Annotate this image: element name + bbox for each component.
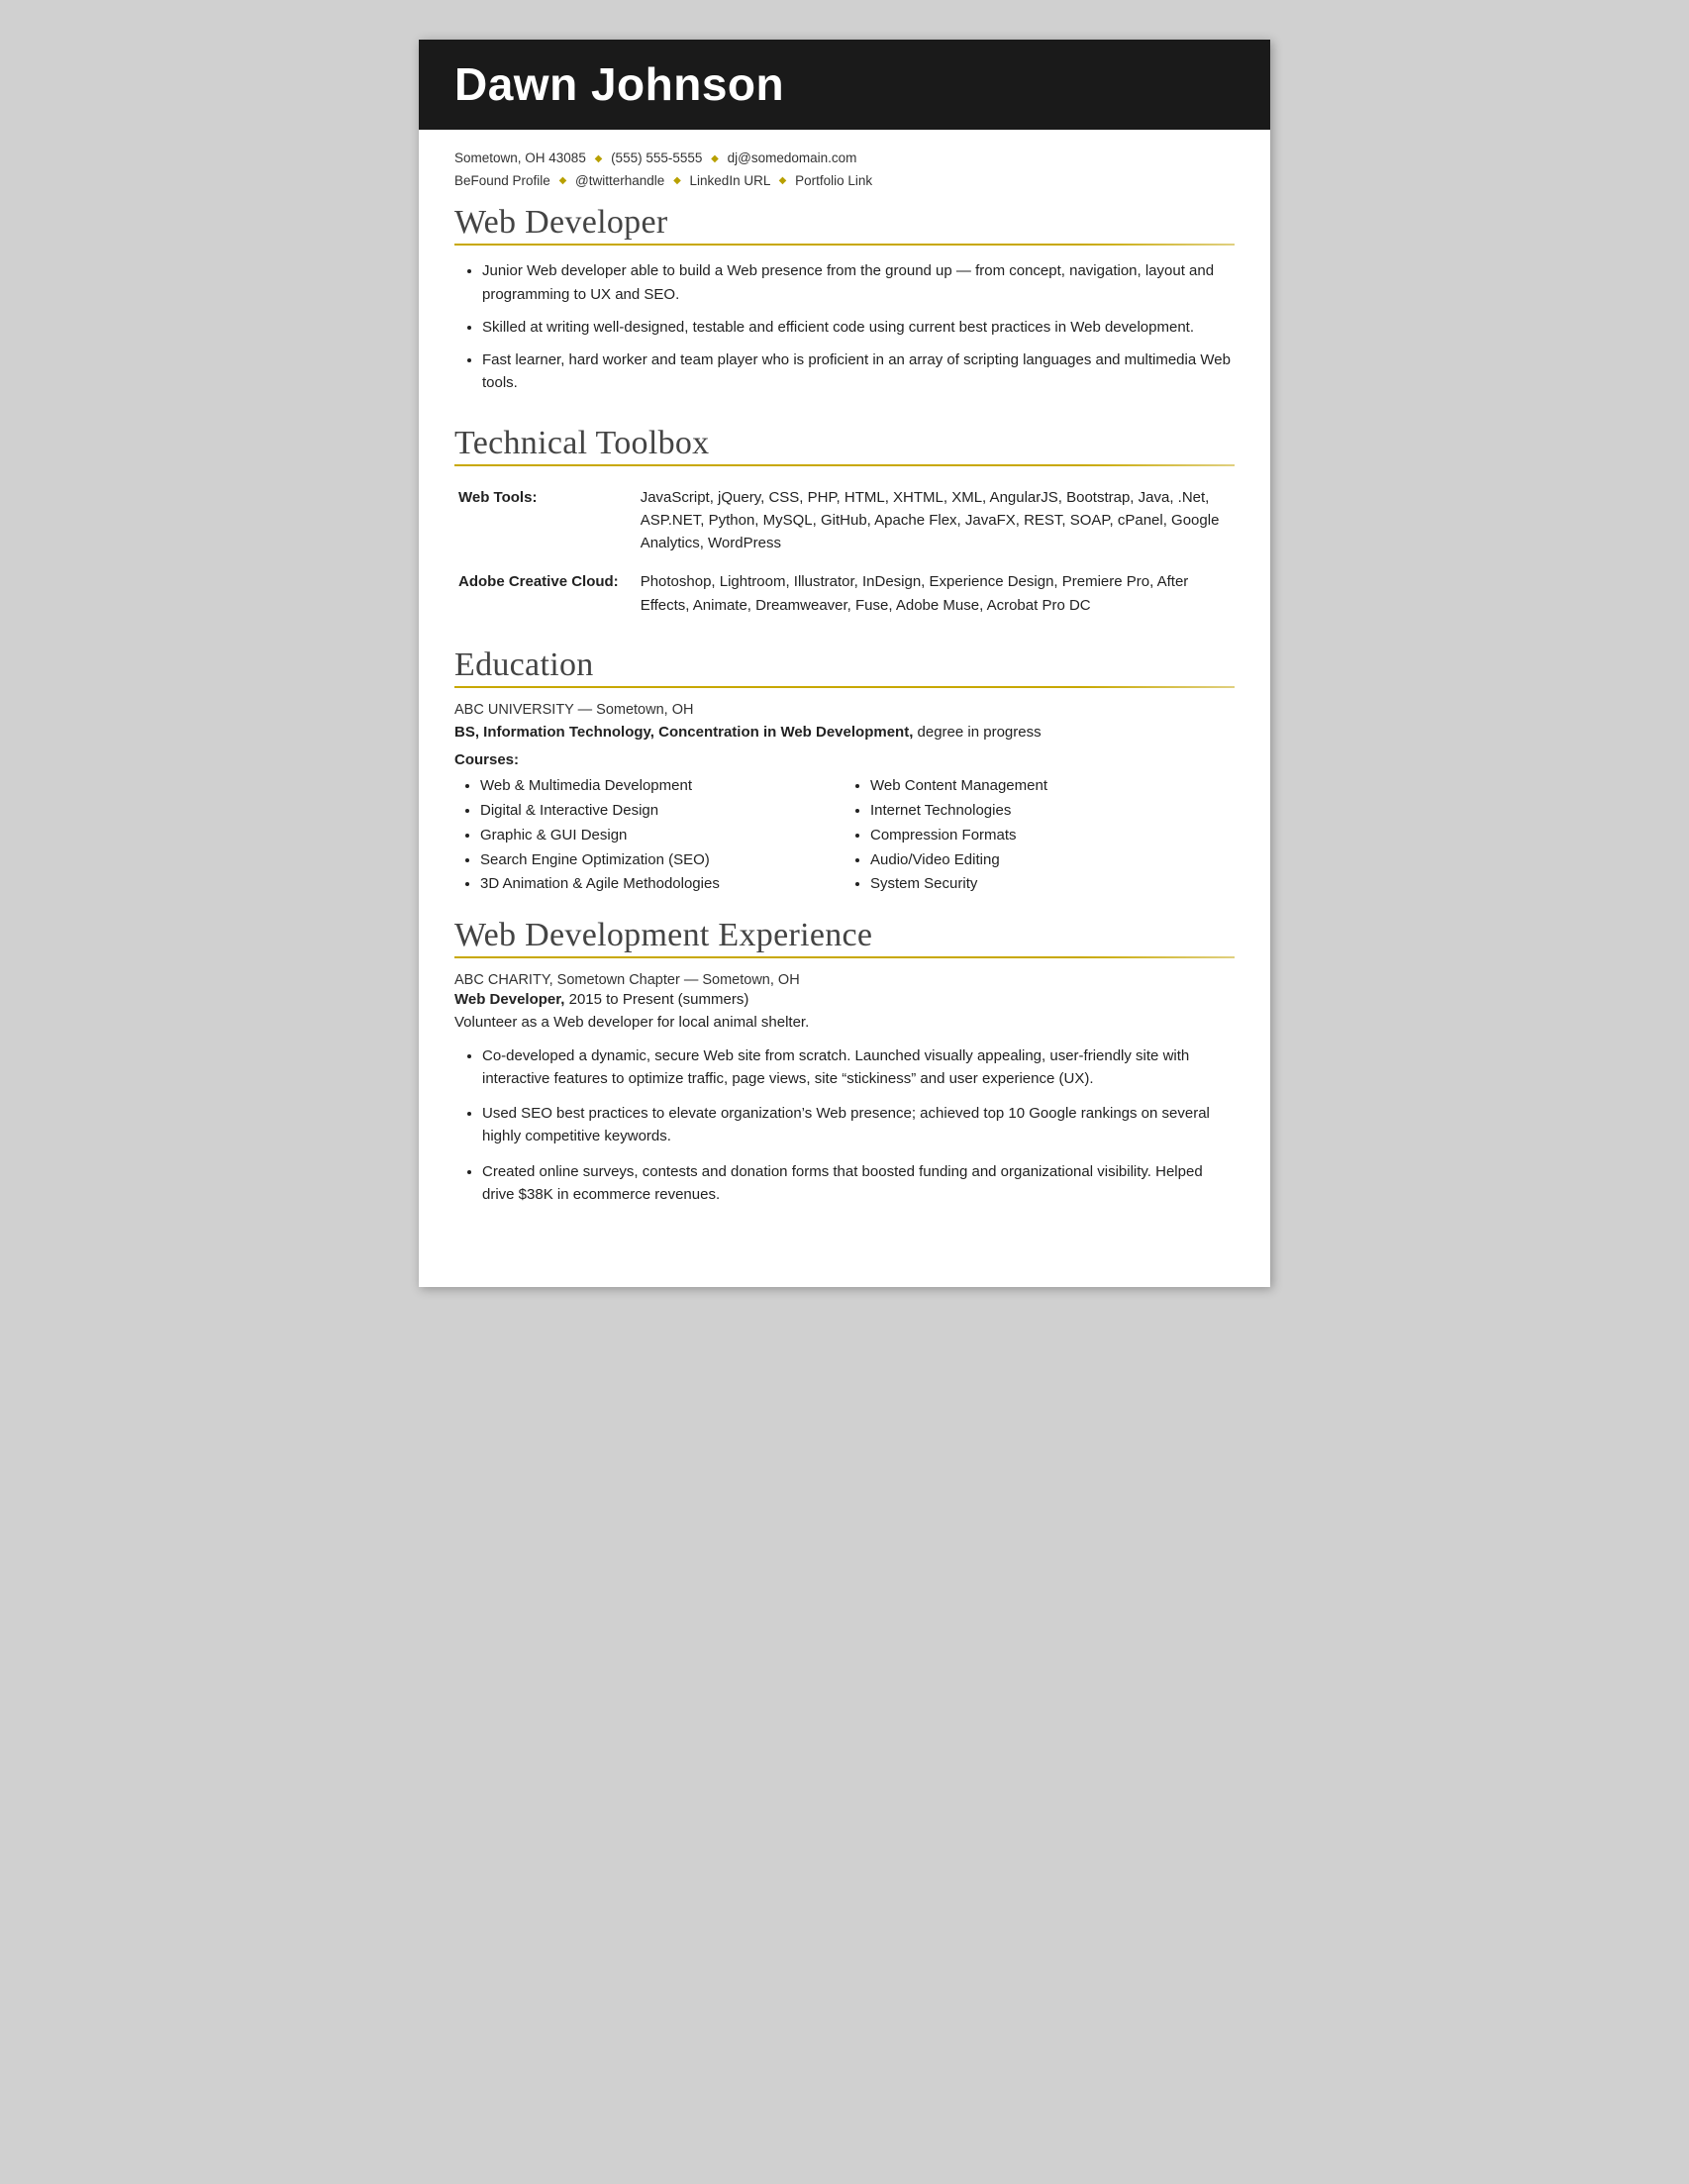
course-1-3: Graphic & GUI Design — [480, 824, 844, 848]
exp-bullet-1: Co-developed a dynamic, secure Web site … — [482, 1044, 1235, 1091]
summary-section-title: Web Developer — [454, 204, 1235, 242]
education-section: Education ABC UNIVERSITY — Sometown, OH … — [419, 637, 1270, 907]
diamond-icon1: ◆ — [595, 153, 603, 164]
summary-section: Web Developer Junior Web developer able … — [419, 194, 1270, 414]
contact-email: dj@somedomain.com — [728, 150, 857, 165]
summary-bullet-2: Skilled at writing well-designed, testab… — [482, 316, 1235, 339]
summary-divider — [454, 244, 1235, 246]
course-2-1: Web Content Management — [870, 774, 1235, 799]
edu-degree: BS, Information Technology, Concentratio… — [454, 722, 1235, 745]
contact-info: Sometown, OH 43085 ◆ (555) 555-5555 ◆ dj… — [419, 140, 1270, 195]
contact-portfolio: Portfolio Link — [795, 173, 872, 188]
exp-title-suffix: 2015 to Present (summers) — [564, 991, 748, 1008]
toolbox-value-1: JavaScript, jQuery, CSS, PHP, HTML, XHTM… — [637, 480, 1235, 565]
courses-col-1: Web & Multimedia Development Digital & I… — [454, 774, 844, 897]
toolbox-divider — [454, 464, 1235, 466]
experience-section: Web Development Experience ABC CHARITY, … — [419, 907, 1270, 1228]
course-2-3: Compression Formats — [870, 824, 1235, 848]
edu-degree-suffix: degree in progress — [913, 724, 1041, 741]
contact-line1: Sometown, OH 43085 ◆ (555) 555-5555 ◆ dj… — [454, 148, 1235, 170]
toolbox-row-1: Web Tools: JavaScript, jQuery, CSS, PHP,… — [454, 480, 1235, 565]
contact-befound: BeFound Profile — [454, 173, 550, 188]
toolbox-table: Web Tools: JavaScript, jQuery, CSS, PHP,… — [454, 480, 1235, 627]
contact-line2: BeFound Profile ◆ @twitterhandle ◆ Linke… — [454, 170, 1235, 193]
course-1-2: Digital & Interactive Design — [480, 799, 844, 824]
courses-columns: Web & Multimedia Development Digital & I… — [454, 774, 1235, 897]
experience-divider — [454, 956, 1235, 958]
diamond-icon3: ◆ — [559, 175, 567, 186]
education-section-title: Education — [454, 646, 1235, 684]
summary-bullet-3: Fast learner, hard worker and team playe… — [482, 348, 1235, 395]
course-1-5: 3D Animation & Agile Methodologies — [480, 872, 844, 897]
toolbox-row-2: Adobe Creative Cloud: Photoshop, Lightro… — [454, 564, 1235, 627]
summary-bullet-1: Junior Web developer able to build a Web… — [482, 259, 1235, 306]
course-2-2: Internet Technologies — [870, 799, 1235, 824]
diamond-icon5: ◆ — [779, 175, 787, 186]
exp-title-bold: Web Developer, — [454, 991, 564, 1008]
courses-col-2: Web Content Management Internet Technolo… — [844, 774, 1235, 897]
toolbox-section-title: Technical Toolbox — [454, 425, 1235, 462]
course-2-5: System Security — [870, 872, 1235, 897]
edu-institution: ABC UNIVERSITY — Sometown, OH — [454, 702, 1235, 718]
exp-bullet-2: Used SEO best practices to elevate organ… — [482, 1102, 1235, 1148]
contact-linkedin: LinkedIn URL — [690, 173, 770, 188]
header-name: Dawn Johnson — [454, 59, 1235, 110]
toolbox-value-2: Photoshop, Lightroom, Illustrator, InDes… — [637, 564, 1235, 627]
header-block: Dawn Johnson — [419, 40, 1270, 130]
contact-location: Sometown, OH 43085 — [454, 150, 586, 165]
exp-org: ABC CHARITY, Sometown Chapter — Sometown… — [454, 972, 1235, 988]
contact-phone: (555) 555-5555 — [611, 150, 702, 165]
education-divider — [454, 686, 1235, 688]
toolbox-section: Technical Toolbox Web Tools: JavaScript,… — [419, 415, 1270, 637]
resume-page: Dawn Johnson Sometown, OH 43085 ◆ (555) … — [419, 40, 1270, 1287]
exp-bullet-3: Created online surveys, contests and don… — [482, 1160, 1235, 1207]
contact-twitter: @twitterhandle — [575, 173, 664, 188]
course-1-1: Web & Multimedia Development — [480, 774, 844, 799]
toolbox-label-1: Web Tools: — [454, 480, 637, 565]
exp-bullets: Co-developed a dynamic, secure Web site … — [454, 1044, 1235, 1207]
course-2-4: Audio/Video Editing — [870, 848, 1235, 873]
toolbox-label-2: Adobe Creative Cloud: — [454, 564, 637, 627]
edu-degree-bold: BS, Information Technology, Concentratio… — [454, 724, 913, 741]
experience-section-title: Web Development Experience — [454, 917, 1235, 954]
edu-courses-label: Courses: — [454, 751, 1235, 768]
exp-description: Volunteer as a Web developer for local a… — [454, 1012, 1235, 1035]
course-1-4: Search Engine Optimization (SEO) — [480, 848, 844, 873]
summary-list: Junior Web developer able to build a Web… — [454, 259, 1235, 394]
diamond-icon4: ◆ — [673, 175, 681, 186]
exp-title: Web Developer, 2015 to Present (summers) — [454, 991, 1235, 1008]
diamond-icon2: ◆ — [711, 153, 719, 164]
